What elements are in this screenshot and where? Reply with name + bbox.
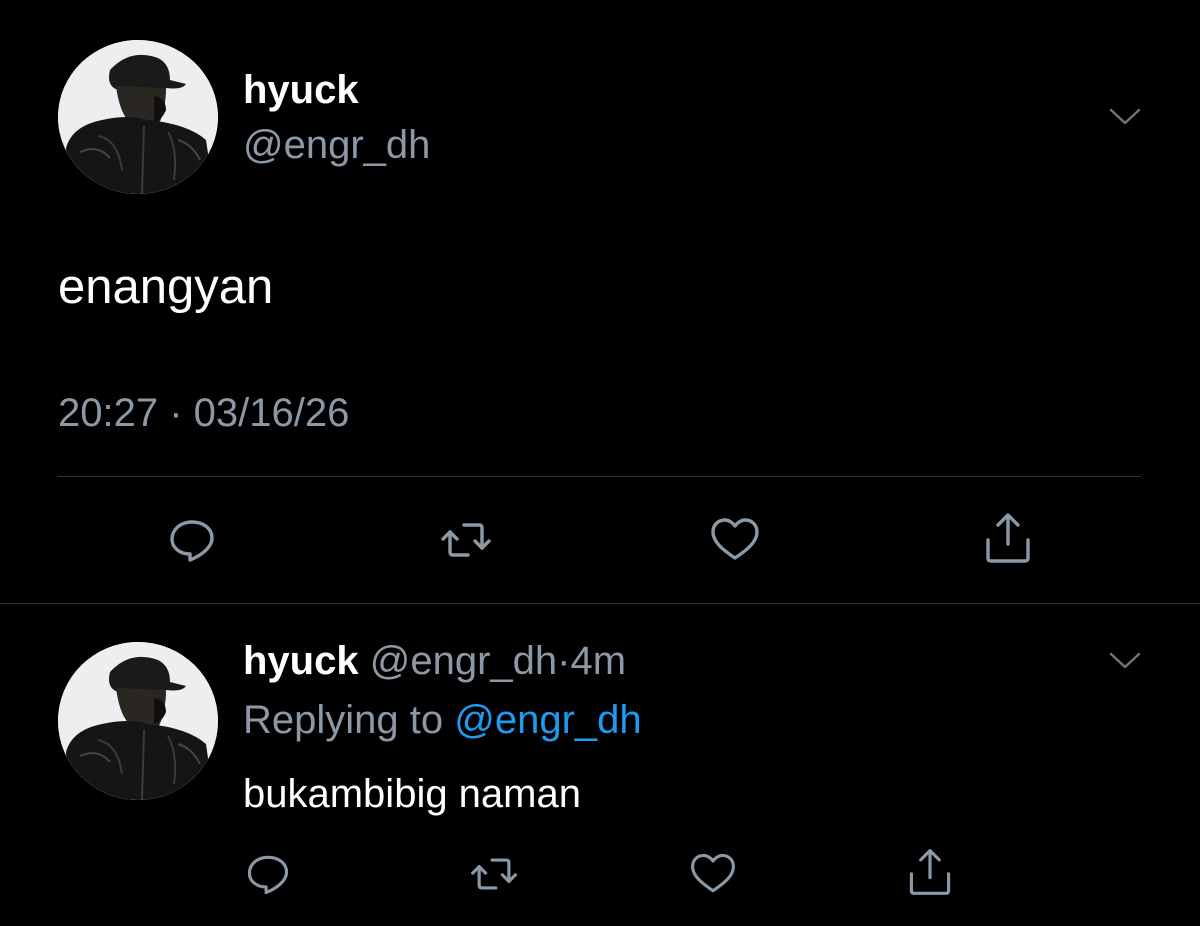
chevron-down-icon: [1109, 652, 1141, 669]
reply-icon: [247, 855, 289, 895]
main-tweet-text: enangyan: [58, 260, 274, 314]
reply-icon: [170, 520, 214, 562]
reply-header-separator: ·: [557, 639, 571, 683]
tweet-separator: [0, 603, 1200, 604]
replying-to-line: Replying to @engr_dh: [243, 696, 642, 744]
reply-author-handle[interactable]: @engr_dh: [370, 639, 557, 683]
main-tweet-divider: [58, 476, 1141, 477]
reply-tweet-header: hyuck @engr_dh·4m: [243, 637, 626, 685]
main-author-name[interactable]: hyuck: [243, 66, 359, 114]
chevron-down-icon: [1109, 108, 1141, 125]
reply-tweet-avatar[interactable]: [58, 642, 218, 800]
main-share-button[interactable]: [980, 510, 1036, 566]
main-tweet-menu-chevron-down-icon[interactable]: [1105, 96, 1145, 136]
reply-retweet-button[interactable]: [468, 848, 520, 900]
reply-tweet-age: 4m: [570, 639, 627, 683]
main-tweet-timestamp: 20:27 · 03/16/26: [58, 391, 350, 435]
main-author-handle[interactable]: @engr_dh: [243, 121, 430, 169]
main-retweet-button[interactable]: [438, 512, 494, 568]
main-like-button[interactable]: [707, 512, 763, 568]
retweet-icon: [471, 858, 517, 890]
profile-photo-icon: [58, 40, 218, 194]
reply-tweet-menu-chevron-down-icon[interactable]: [1105, 640, 1145, 680]
retweet-icon: [441, 523, 491, 557]
reply-author-name[interactable]: hyuck: [243, 639, 359, 683]
like-icon: [690, 853, 736, 893]
main-tweet-avatar[interactable]: [58, 40, 218, 194]
share-icon: [986, 513, 1030, 563]
reply-share-button[interactable]: [904, 846, 956, 898]
profile-photo-icon: [58, 642, 218, 800]
main-reply-button[interactable]: [164, 512, 220, 568]
reply-reply-button[interactable]: [242, 848, 294, 900]
reply-like-button[interactable]: [687, 848, 739, 900]
reply-tweet-text: bukambibig naman: [243, 772, 581, 816]
replying-to-prefix: Replying to: [243, 698, 444, 742]
share-icon: [909, 849, 951, 895]
tweet-detail-screen: hyuck @engr_dh enangyan 20:27 · 03/16/26: [0, 0, 1200, 926]
like-icon: [711, 518, 759, 560]
replying-to-mention-link[interactable]: @engr_dh: [454, 698, 641, 742]
